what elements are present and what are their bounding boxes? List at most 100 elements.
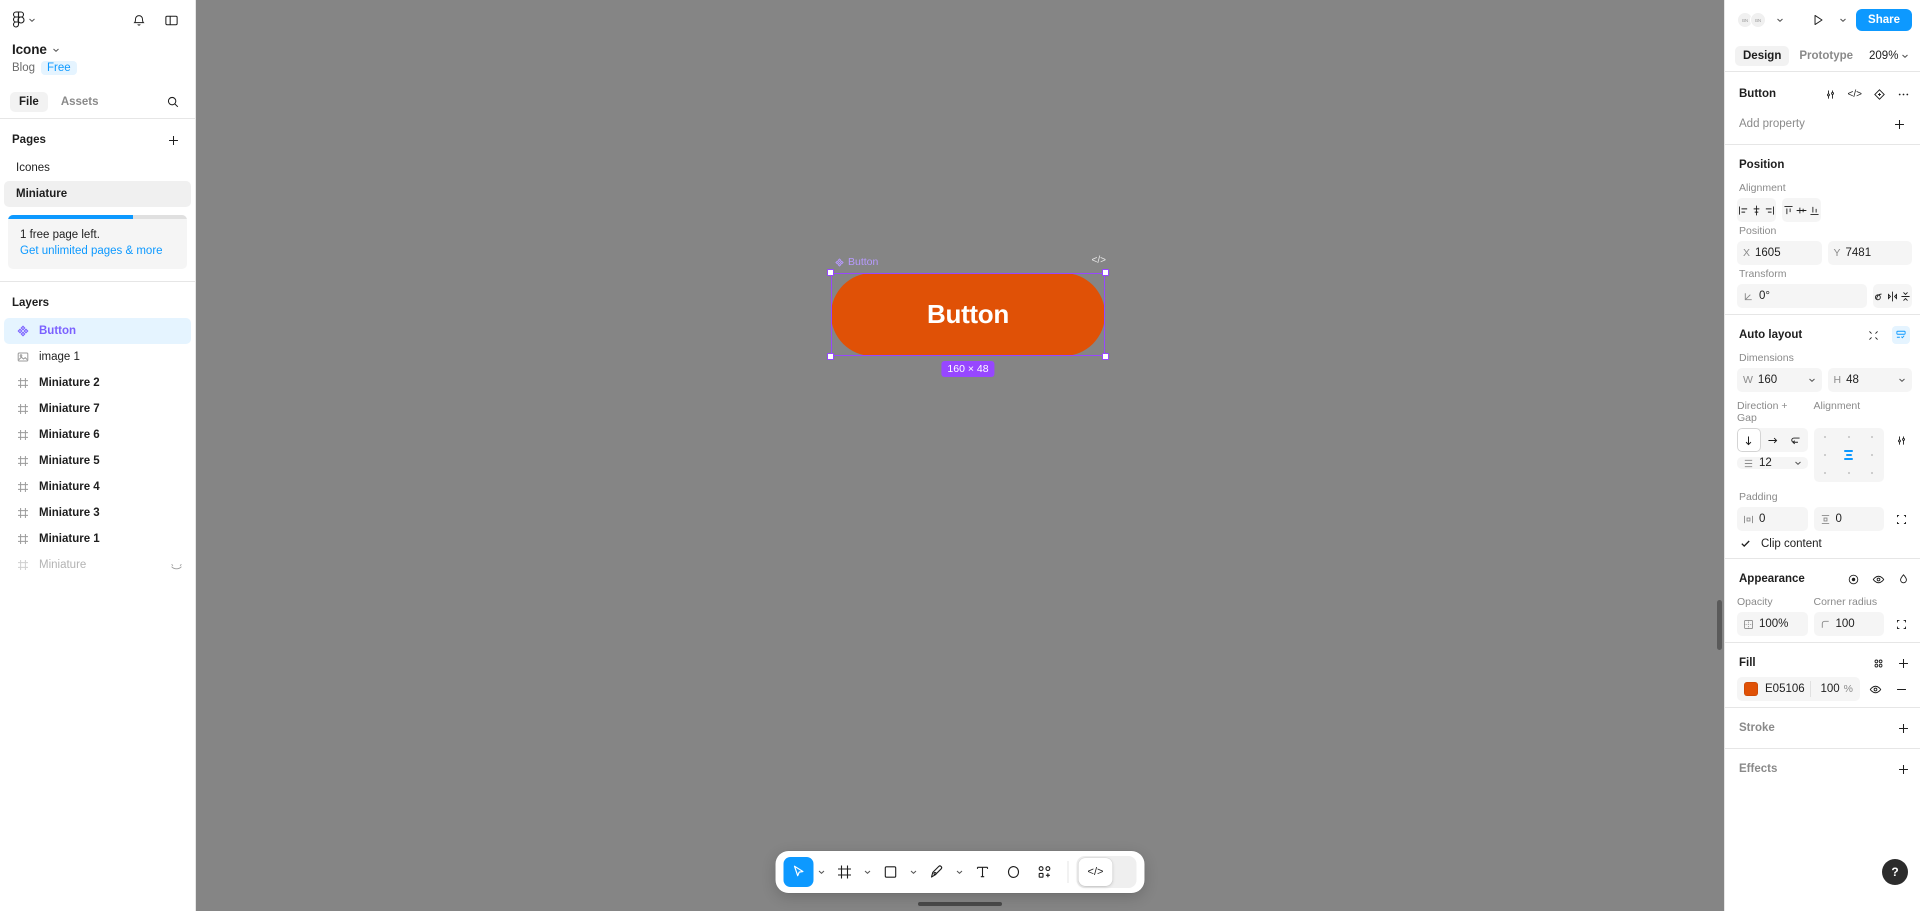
align-bottom-button[interactable] bbox=[1808, 198, 1821, 222]
more-options-icon[interactable] bbox=[1897, 88, 1910, 101]
individual-corners-button[interactable] bbox=[1890, 612, 1912, 636]
move-tool-caret[interactable] bbox=[815, 857, 829, 887]
present-button[interactable] bbox=[1806, 8, 1830, 32]
padding-horizontal-input[interactable]: 0 bbox=[1737, 507, 1808, 531]
frame-tool-caret[interactable] bbox=[861, 857, 875, 887]
align-dot[interactable] bbox=[1847, 436, 1850, 438]
direction-wrap-button[interactable] bbox=[1784, 428, 1808, 452]
align-dot[interactable] bbox=[1824, 436, 1827, 438]
align-right-button[interactable] bbox=[1763, 198, 1776, 222]
style-library-icon[interactable] bbox=[1872, 657, 1885, 670]
layer-row[interactable]: Miniature bbox=[4, 552, 191, 578]
collaborator-avatars[interactable]: BN BN bbox=[1737, 12, 1766, 28]
add-property-button[interactable] bbox=[1888, 112, 1910, 136]
page-item-miniature[interactable]: Miniature bbox=[4, 181, 191, 207]
code-icon[interactable]: </> bbox=[1848, 89, 1862, 100]
direction-horizontal-button[interactable] bbox=[1761, 428, 1785, 452]
advanced-autolayout-button[interactable] bbox=[1890, 428, 1912, 452]
collapse-icon[interactable] bbox=[1867, 329, 1880, 342]
tune-icon[interactable] bbox=[1824, 88, 1837, 101]
corner-radius-input[interactable]: 100 bbox=[1813, 612, 1884, 636]
width-input[interactable]: W 160 bbox=[1737, 368, 1822, 392]
height-resizing-caret[interactable] bbox=[1898, 376, 1906, 384]
move-tool-button[interactable] bbox=[783, 857, 814, 887]
design-canvas[interactable]: Button </> Button 160 × 48 </> bbox=[196, 0, 1724, 911]
canvas-vertical-scrollbar[interactable] bbox=[1717, 600, 1722, 650]
position-y-input[interactable]: Y 7481 bbox=[1827, 241, 1912, 265]
gap-caret[interactable] bbox=[1794, 459, 1802, 467]
page-item-icones[interactable]: Icones bbox=[4, 155, 191, 181]
align-dot[interactable] bbox=[1871, 454, 1874, 456]
align-dot[interactable] bbox=[1871, 436, 1874, 438]
layer-row[interactable]: Miniature 2 bbox=[4, 370, 191, 396]
align-top-button[interactable] bbox=[1782, 198, 1795, 222]
fill-visibility-button[interactable] bbox=[1864, 677, 1886, 701]
plus-icon[interactable] bbox=[1897, 763, 1910, 776]
selection-name-label[interactable]: Button bbox=[835, 256, 878, 268]
layer-row[interactable]: Miniature 3 bbox=[4, 500, 191, 526]
flip-horizontal-button[interactable] bbox=[1886, 284, 1899, 308]
shape-tool-caret[interactable] bbox=[907, 857, 921, 887]
height-input[interactable]: H 48 bbox=[1827, 368, 1912, 392]
avatars-caret-button[interactable] bbox=[1772, 8, 1788, 32]
figma-logo-button[interactable] bbox=[12, 11, 36, 29]
plan-badge[interactable]: Free bbox=[41, 61, 77, 75]
flip-vertical-button[interactable] bbox=[1899, 284, 1912, 308]
tab-design[interactable]: Design bbox=[1735, 45, 1790, 66]
align-dot[interactable] bbox=[1847, 472, 1850, 474]
direction-vertical-button[interactable] bbox=[1737, 428, 1761, 452]
text-tool-button[interactable] bbox=[968, 857, 998, 887]
layer-row[interactable]: image 1 bbox=[4, 344, 191, 370]
visibility-eye-icon[interactable] bbox=[1872, 573, 1885, 586]
gap-input[interactable]: 12 bbox=[1737, 457, 1808, 469]
components-tool-button[interactable] bbox=[1030, 857, 1060, 887]
hidden-eye-icon[interactable] bbox=[170, 559, 183, 572]
zoom-level-control[interactable]: 209% bbox=[1865, 47, 1913, 65]
toggle-panels-button[interactable] bbox=[159, 8, 183, 32]
layer-row[interactable]: Miniature 1 bbox=[4, 526, 191, 552]
layer-row[interactable]: Miniature 5 bbox=[4, 448, 191, 474]
resize-handle-bottom-left[interactable] bbox=[827, 353, 834, 360]
blend-mode-icon[interactable] bbox=[1847, 573, 1860, 586]
layer-row[interactable]: Miniature 6 bbox=[4, 422, 191, 448]
clip-content-row[interactable]: Clip content bbox=[1725, 531, 1920, 552]
pen-tool-button[interactable] bbox=[922, 857, 952, 887]
resize-handle-bottom-right[interactable] bbox=[1102, 353, 1109, 360]
fill-opacity-input[interactable]: 100 % bbox=[1811, 683, 1860, 695]
add-property-row[interactable]: Add property bbox=[1725, 110, 1920, 138]
layer-row[interactable]: Button bbox=[4, 318, 191, 344]
plus-icon[interactable] bbox=[1897, 657, 1910, 670]
clip-content-checkbox[interactable] bbox=[1739, 537, 1752, 550]
rotation-input[interactable]: 0° bbox=[1737, 284, 1867, 308]
align-selected-center[interactable] bbox=[1844, 450, 1854, 460]
canvas-horizontal-scrollbar[interactable] bbox=[918, 902, 1002, 906]
opacity-input[interactable]: 100% bbox=[1737, 612, 1808, 636]
individual-padding-button[interactable] bbox=[1890, 507, 1912, 531]
resize-handle-top-left[interactable] bbox=[827, 269, 834, 276]
help-button[interactable]: ? bbox=[1882, 859, 1908, 885]
code-mode-button[interactable]: </> bbox=[1078, 858, 1113, 886]
align-horizontal-center-button[interactable] bbox=[1750, 198, 1763, 222]
fill-remove-button[interactable] bbox=[1890, 677, 1912, 701]
code-mode-toggle-spacer[interactable] bbox=[1113, 858, 1135, 886]
layer-row[interactable]: Miniature 7 bbox=[4, 396, 191, 422]
autolayout-settings-icon[interactable] bbox=[1892, 326, 1910, 344]
search-button[interactable] bbox=[161, 90, 185, 114]
tab-prototype[interactable]: Prototype bbox=[1791, 46, 1861, 66]
blog-link[interactable]: Blog bbox=[12, 62, 35, 74]
align-dot[interactable] bbox=[1824, 454, 1827, 456]
upsell-link[interactable]: Get unlimited pages & more bbox=[20, 245, 175, 257]
selected-object-wrapper[interactable]: Button </> Button 160 × 48 bbox=[827, 255, 1109, 377]
avatar[interactable]: BN bbox=[1750, 12, 1766, 28]
alignment-pad[interactable] bbox=[1813, 428, 1884, 482]
notifications-button[interactable] bbox=[127, 8, 151, 32]
add-page-button[interactable] bbox=[161, 128, 185, 152]
ellipse-tool-button[interactable] bbox=[999, 857, 1029, 887]
present-caret-button[interactable] bbox=[1836, 8, 1850, 32]
frame-tool-button[interactable] bbox=[830, 857, 860, 887]
corner-radius-independent-button[interactable] bbox=[1873, 284, 1886, 308]
layer-row[interactable]: Miniature 4 bbox=[4, 474, 191, 500]
resize-handle-top-right[interactable] bbox=[1102, 269, 1109, 276]
align-dot[interactable] bbox=[1871, 472, 1874, 474]
share-button[interactable]: Share bbox=[1856, 9, 1912, 31]
